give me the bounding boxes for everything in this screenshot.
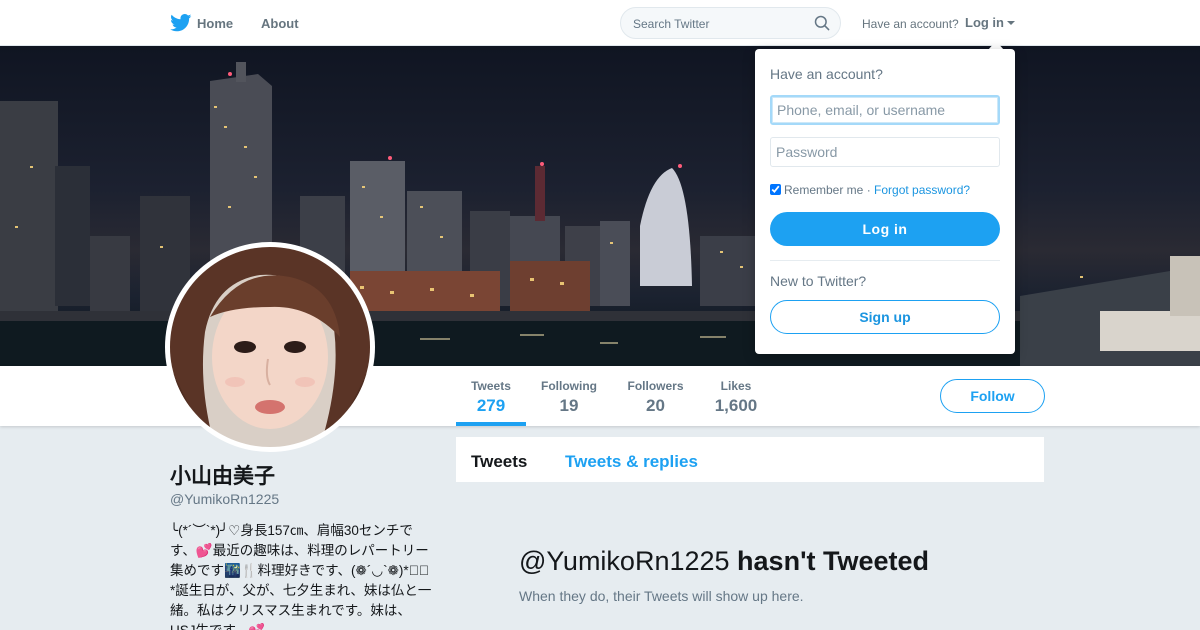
new-to-twitter-text: New to Twitter?: [770, 273, 867, 289]
timeline-tabs: Tweets Tweets & replies: [456, 437, 1044, 482]
dropdown-divider: [770, 260, 1000, 261]
stat-tweets-label: Tweets: [471, 379, 511, 393]
nav-about-link[interactable]: About: [261, 16, 299, 31]
remember-me-label[interactable]: Remember me: [784, 183, 863, 197]
stat-followers[interactable]: Followers 20: [627, 379, 684, 416]
stat-likes[interactable]: Likes 1,600: [712, 379, 760, 416]
remember-row: Remember me · Forgot password?: [770, 183, 970, 197]
empty-state-subtitle: When they do, their Tweets will show up …: [519, 588, 804, 604]
empty-state-suffix: hasn't Tweeted: [737, 546, 929, 576]
nav-home-link[interactable]: Home: [197, 16, 233, 31]
search-box: [620, 7, 841, 39]
profile-bio: ╰(*´︶`*)╯♡身長157㎝、肩幅30センチです、💕最近の趣味は、料理のレパ…: [170, 523, 432, 630]
profile-name: 小山由美子: [170, 465, 275, 488]
search-icon[interactable]: [814, 15, 830, 31]
avatar-portrait-image: [170, 247, 370, 447]
profile-handle[interactable]: @YumikoRn1225: [170, 491, 279, 507]
top-navigation-bar: Home About Have an account? Log in: [0, 0, 1200, 46]
signup-button[interactable]: Sign up: [770, 300, 1000, 334]
login-dropdown: Have an account? Remember me · Forgot pa…: [755, 49, 1015, 354]
remember-me-checkbox[interactable]: [770, 184, 781, 195]
avatar[interactable]: [165, 242, 375, 452]
caret-down-icon: [1007, 21, 1015, 25]
stat-following-label: Following: [541, 379, 597, 393]
login-toggle-label: Log in: [965, 15, 1004, 30]
active-stat-underline: [456, 422, 526, 426]
stat-likes-value: 1,600: [714, 396, 758, 415]
empty-state-title: @YumikoRn1225 hasn't Tweeted: [519, 546, 929, 577]
search-input[interactable]: [633, 15, 808, 32]
stat-followers-label: Followers: [627, 379, 684, 393]
have-account-text: Have an account?: [862, 17, 959, 31]
remember-separator: ·: [863, 183, 875, 197]
password-field[interactable]: [770, 137, 1000, 167]
follow-button[interactable]: Follow: [940, 379, 1045, 413]
stat-likes-label: Likes: [720, 379, 752, 393]
stat-following[interactable]: Following 19: [541, 379, 597, 416]
twitter-bird-icon[interactable]: [170, 14, 192, 32]
forgot-password-link[interactable]: Forgot password?: [874, 183, 970, 197]
stat-following-value: 19: [559, 396, 579, 415]
stat-tweets[interactable]: Tweets 279: [470, 379, 512, 416]
dropdown-question: Have an account?: [770, 66, 883, 82]
username-field[interactable]: [770, 95, 1000, 125]
login-dropdown-toggle[interactable]: Log in: [965, 15, 1015, 30]
tab-tweets-and-replies[interactable]: Tweets & replies: [565, 452, 698, 472]
stat-tweets-value: 279: [476, 396, 506, 415]
stat-followers-value: 20: [646, 396, 665, 415]
login-button[interactable]: Log in: [770, 212, 1000, 246]
tab-tweets[interactable]: Tweets: [471, 452, 527, 472]
empty-state-handle: @YumikoRn1225: [519, 546, 730, 576]
